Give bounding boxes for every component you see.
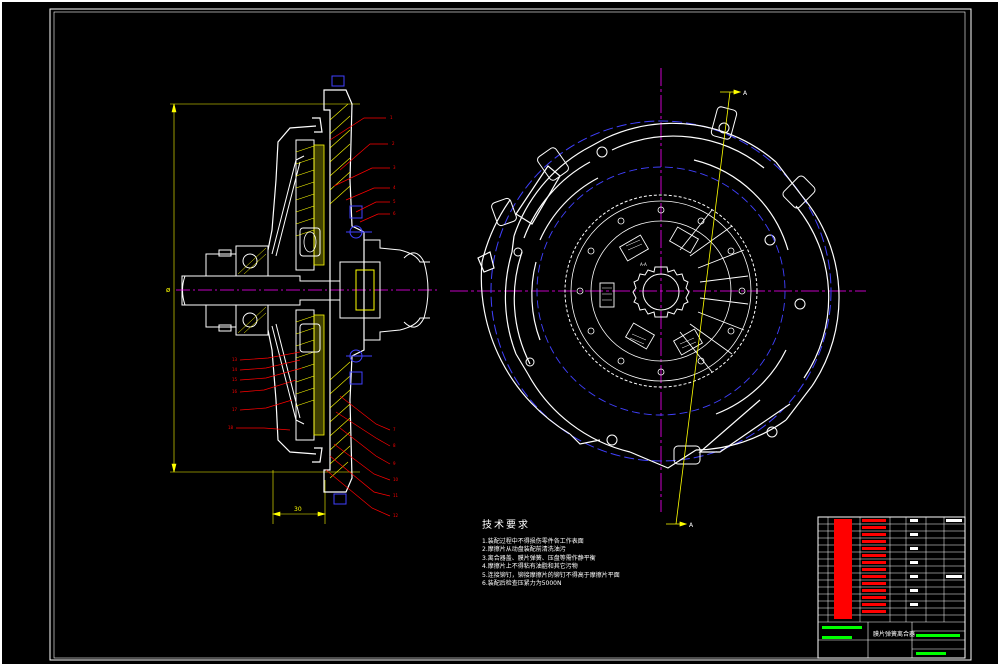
technical-requirement-item: 4.摩擦片上不得粘有油脂和其它污物 [482,563,578,571]
technical-requirement-item: 5.连接铆钉，铆接摩擦片的铆钉不得高于摩擦片平面 [482,571,620,579]
width-dimension-text: 30 [294,506,302,513]
part-number: 13 [232,357,238,362]
drawing-name: 膜片弹簧离合器 [873,631,916,638]
part-number: 12 [393,513,399,518]
part-number: 14 [232,367,238,372]
part-number: 16 [232,389,238,394]
part-number: 18 [228,425,234,430]
technical-requirement-item: 3.离合器盖、膜片弹簧、压盘等需作静平衡 [482,554,596,562]
part-number: 17 [232,407,238,412]
height-dimension-text: ø [166,286,171,294]
cut-note: A-A [640,262,647,267]
technical-requirement-item: 2.摩擦片从动盘装配前清洗油污 [482,546,566,554]
part-number: 10 [393,477,399,482]
technical-requirement-item: 6.装配后检查压紧力为5000N [482,580,562,588]
technical-requirements-list: 1.装配过程中不得损伤零件各工作表面 2.摩擦片从动盘装配前清洗油污 3.离合器… [482,538,620,588]
part-number: 15 [232,377,238,382]
technical-requirements-title: 技术要求 [482,520,530,531]
part-number: 11 [393,493,399,498]
